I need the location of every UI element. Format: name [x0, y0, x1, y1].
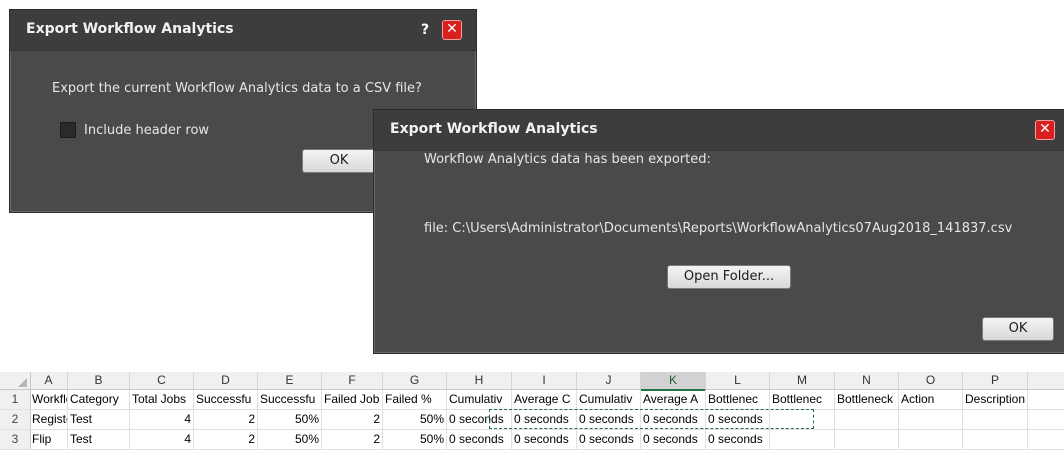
cell-c2[interactable]: 4	[130, 410, 194, 429]
column-header-m[interactable]: M	[770, 372, 835, 389]
table-row: 3 Flip Test 4 2 50% 2 50% 0 seconds 0 seconds 0 se…	[0, 430, 1064, 450]
cell-k3[interactable]: 0 seconds	[641, 430, 706, 449]
cell-h2[interactable]: 0 seconds	[447, 410, 512, 429]
open-folder-button[interactable]: Open Folder...	[667, 265, 791, 289]
cell-k2[interactable]: 0 seconds	[641, 410, 706, 429]
column-header-e[interactable]: E	[258, 372, 322, 389]
row-number[interactable]: 2	[0, 410, 31, 429]
cell-o3[interactable]	[899, 430, 963, 449]
cell-p2[interactable]	[963, 410, 1028, 429]
cell-f3[interactable]: 2	[322, 430, 383, 449]
column-header-c[interactable]: C	[130, 372, 194, 389]
cell-c3[interactable]: 4	[130, 430, 194, 449]
cell-l3[interactable]: 0 seconds	[706, 430, 770, 449]
cell-j1[interactable]: Cumulativ	[577, 390, 641, 409]
cell-b3[interactable]: Test	[68, 430, 130, 449]
cell-m1[interactable]: Bottlenec	[770, 390, 835, 409]
cell-j3[interactable]: 0 seconds	[577, 430, 641, 449]
cell-i3[interactable]: 0 seconds	[512, 430, 577, 449]
cell-a3[interactable]: Flip	[30, 430, 68, 449]
ok-button[interactable]: OK	[982, 317, 1054, 341]
ok-button[interactable]: OK	[302, 149, 376, 173]
cell-i2[interactable]: 0 seconds	[512, 410, 577, 429]
help-icon[interactable]: ?	[416, 21, 434, 39]
column-header-j[interactable]: J	[577, 372, 641, 389]
cell-n2[interactable]	[835, 410, 899, 429]
export-status-message: Workflow Analytics data has been exporte…	[424, 152, 711, 167]
select-all-corner[interactable]	[0, 372, 31, 389]
export-complete-dialog: Export Workflow Analytics ✕ Workflow Ana…	[373, 109, 1064, 354]
cell-j2[interactable]: 0 seconds	[577, 410, 641, 429]
column-header-g[interactable]: G	[383, 372, 447, 389]
dialog-title-bar[interactable]: Export Workflow Analytics ? ✕	[10, 10, 476, 51]
cell-f1[interactable]: Failed Job	[322, 390, 383, 409]
column-header-k[interactable]: K	[641, 372, 706, 391]
column-header-l[interactable]: L	[706, 372, 770, 389]
column-header-o[interactable]: O	[899, 372, 963, 389]
cell-n1[interactable]: Bottleneck	[835, 390, 899, 409]
cell-l1[interactable]: Bottlenec	[706, 390, 770, 409]
cell-m3[interactable]	[770, 430, 835, 449]
cell-e3[interactable]: 50%	[258, 430, 322, 449]
cell-e2[interactable]: 50%	[258, 410, 322, 429]
cell-f2[interactable]: 2	[322, 410, 383, 429]
spreadsheet: ABCDEFGHIJKLMNOP 1WorkflowCategoryTotal …	[0, 372, 1064, 455]
export-question: Export the current Workflow Analytics da…	[52, 81, 422, 96]
table-row: 2RegisterTest4250%250%0 seconds0 seconds…	[0, 410, 1064, 430]
cell-l2[interactable]: 0 seconds	[706, 410, 770, 429]
cell-i1[interactable]: Average C	[512, 390, 577, 409]
cell-d3[interactable]: 2	[194, 430, 258, 449]
dialog-title: Export Workflow Analytics	[26, 21, 234, 37]
cell-c1[interactable]: Total Jobs	[130, 390, 194, 409]
include-header-checkbox[interactable]	[60, 122, 76, 138]
cell-h1[interactable]: Cumulativ	[447, 390, 512, 409]
column-header-p[interactable]: P	[963, 372, 1028, 389]
column-header-a[interactable]: A	[30, 372, 68, 389]
include-header-label[interactable]: Include header row	[84, 123, 209, 138]
row-number[interactable]: 1	[0, 390, 31, 409]
cell-d1[interactable]: Successfu	[194, 390, 258, 409]
cell-o2[interactable]	[899, 410, 963, 429]
column-header-i[interactable]: I	[512, 372, 577, 389]
column-header-h[interactable]: H	[447, 372, 512, 389]
dialog-title-bar[interactable]: Export Workflow Analytics ✕	[374, 110, 1064, 151]
close-icon[interactable]: ✕	[1035, 120, 1055, 140]
cell-b1[interactable]: Category	[68, 390, 130, 409]
cell-p3[interactable]	[963, 430, 1028, 449]
cell-e1[interactable]: Successfu	[258, 390, 322, 409]
column-header-n[interactable]: N	[835, 372, 899, 389]
close-icon[interactable]: ✕	[442, 20, 462, 40]
column-header-f[interactable]: F	[322, 372, 383, 389]
cell-m2[interactable]	[770, 410, 835, 429]
column-header-b[interactable]: B	[68, 372, 130, 389]
cell-n3[interactable]	[835, 430, 899, 449]
cell-b2[interactable]: Test	[68, 410, 130, 429]
cell-k1[interactable]: Average A	[641, 390, 706, 409]
table-row: 1WorkflowCategoryTotal JobsSuccessfuSucc…	[0, 390, 1064, 410]
column-header-d[interactable]: D	[194, 372, 258, 389]
cell-p1[interactable]: Description	[963, 390, 1028, 409]
dialog-title: Export Workflow Analytics	[390, 121, 598, 137]
cell-g3[interactable]: 50%	[383, 430, 447, 449]
cell-a1[interactable]: Workflow	[30, 390, 68, 409]
cell-h3[interactable]: 0 seconds	[447, 430, 512, 449]
cell-a2[interactable]: Register	[30, 410, 68, 429]
row-number[interactable]: 3	[0, 430, 31, 449]
cell-d2[interactable]: 2	[194, 410, 258, 429]
cell-g1[interactable]: Failed %	[383, 390, 447, 409]
select-all-icon	[18, 378, 27, 387]
column-header-row: ABCDEFGHIJKLMNOP	[0, 372, 1064, 391]
cell-g2[interactable]: 50%	[383, 410, 447, 429]
export-file-path: file: C:\Users\Administrator\Documents\R…	[424, 221, 1013, 236]
cell-o1[interactable]: Action	[899, 390, 963, 409]
